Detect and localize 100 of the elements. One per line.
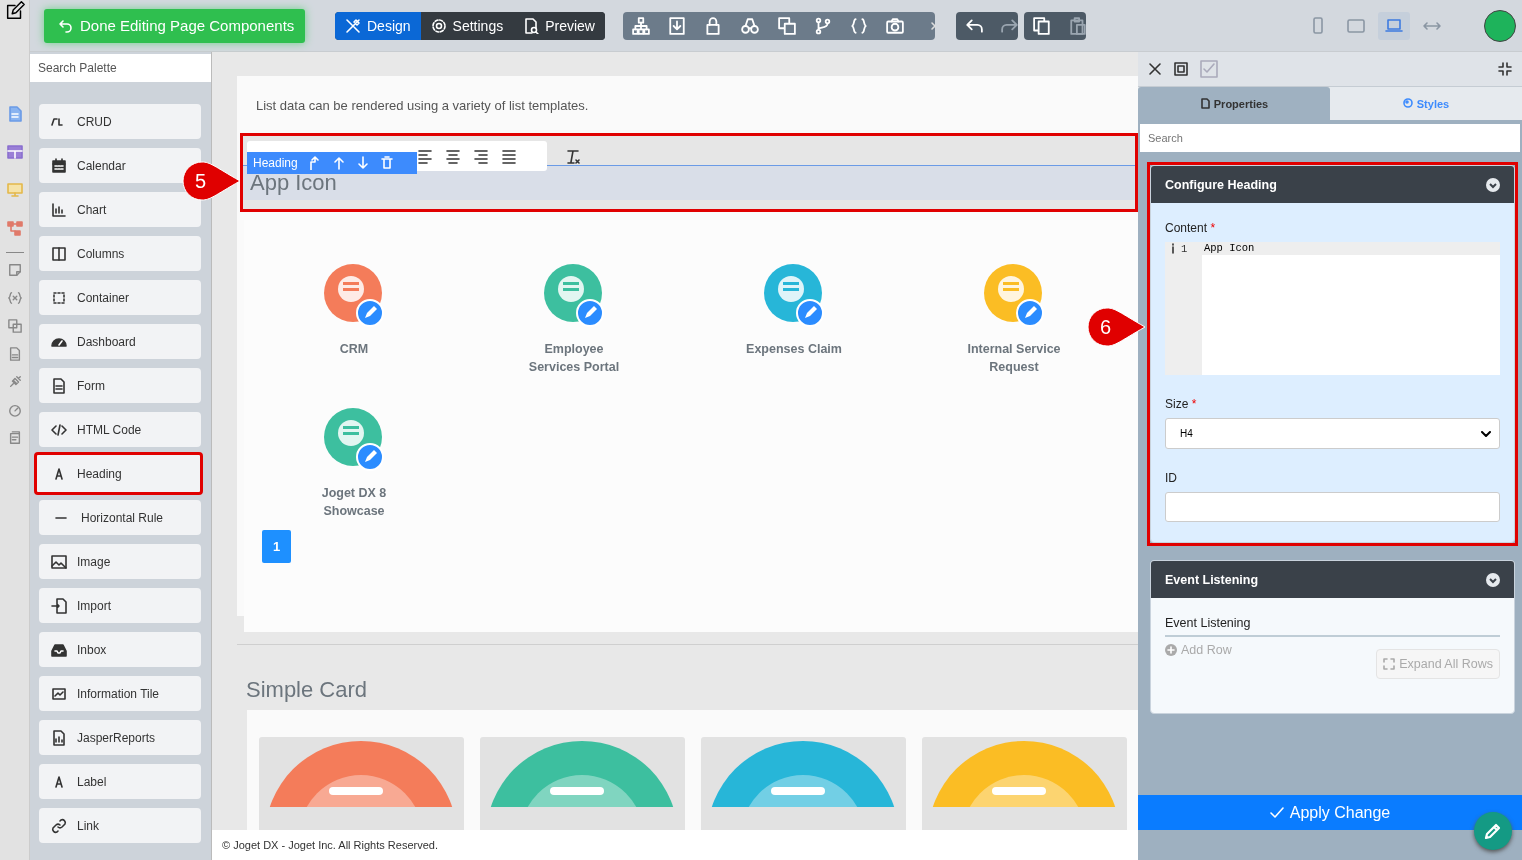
field-label: Content * — [1165, 221, 1217, 235]
clear-format-icon[interactable] — [565, 148, 581, 164]
palette-item[interactable]: Horizontal Rule — [39, 500, 201, 535]
camera-icon[interactable] — [886, 16, 904, 35]
palette-item[interactable]: CRUD — [39, 104, 201, 139]
chart-icon — [51, 201, 67, 218]
app-name[interactable]: Expenses Claim — [738, 340, 850, 358]
justify-icon[interactable] — [501, 148, 517, 164]
size-select[interactable]: H4 — [1165, 418, 1500, 449]
id-field[interactable] — [1165, 492, 1500, 522]
calendar-icon — [51, 157, 67, 174]
palette-item[interactable]: Columns — [39, 236, 201, 271]
avatar[interactable] — [1484, 9, 1516, 42]
align-center-icon[interactable] — [445, 148, 461, 164]
palette-item[interactable]: HTML Code — [39, 412, 201, 447]
search-field[interactable]: Search Palette — [30, 54, 211, 82]
report-icon[interactable] — [7, 431, 22, 445]
braces-icon[interactable] — [850, 16, 868, 35]
palette-item[interactable]: Import — [39, 588, 201, 623]
search-field[interactable]: Search — [1140, 124, 1520, 152]
laptop-view-button[interactable] — [1378, 11, 1410, 40]
app-name[interactable]: Internal Service Request — [958, 340, 1070, 376]
palette-item[interactable]: JasperReports — [39, 720, 201, 755]
app-icon[interactable] — [324, 264, 384, 328]
palette-item[interactable]: Dashboard — [39, 324, 201, 359]
file-icon[interactable] — [7, 347, 22, 361]
lock-icon[interactable] — [704, 16, 722, 35]
close-icon[interactable] — [1148, 62, 1162, 76]
check-icon — [1269, 806, 1284, 819]
mode-tab[interactable]: Design — [335, 11, 421, 40]
image-icon — [51, 553, 67, 570]
rule-icon — [53, 516, 69, 519]
arrow-up-icon[interactable] — [331, 156, 346, 170]
app-icon[interactable] — [984, 264, 1044, 328]
table-icon[interactable] — [6, 144, 23, 160]
binoculars-icon[interactable] — [740, 16, 760, 35]
section-title[interactable]: Event Listening — [1165, 572, 1259, 587]
palette-item[interactable]: Container — [39, 280, 201, 315]
document-icon[interactable] — [6, 106, 23, 122]
app-icon[interactable] — [324, 408, 384, 472]
undo-icon[interactable] — [965, 16, 983, 35]
align-left-icon[interactable] — [417, 148, 433, 164]
redo-icon[interactable] — [1001, 16, 1019, 35]
sitemap-icon[interactable] — [632, 16, 650, 35]
palette-item[interactable]: Label — [39, 764, 201, 799]
field-label: Event Listening — [1165, 616, 1500, 637]
palette-item[interactable]: Chart — [39, 192, 201, 227]
collapse-icon[interactable] — [1486, 177, 1500, 192]
translate-icon[interactable] — [7, 319, 22, 333]
branch-icon[interactable] — [814, 16, 832, 35]
delete-icon[interactable] — [379, 156, 394, 170]
plug-icon[interactable] — [7, 375, 22, 389]
section-title[interactable]: Configure Heading — [1165, 177, 1277, 192]
paste-icon[interactable] — [1069, 16, 1087, 35]
panel-icon[interactable] — [1174, 62, 1188, 76]
move-up-icon[interactable] — [307, 156, 322, 170]
note-icon[interactable] — [7, 263, 22, 277]
app-name[interactable]: CRM — [298, 340, 410, 358]
app-icon[interactable] — [544, 264, 604, 328]
translate-icon[interactable] — [778, 16, 796, 35]
design-icon — [345, 17, 361, 34]
apply-change-button[interactable]: Apply Change — [1138, 795, 1522, 830]
arrow-down-icon[interactable] — [355, 156, 370, 170]
align-right-icon[interactable] — [473, 148, 489, 164]
field-label: ID — [1165, 471, 1178, 485]
palette-item[interactable]: Information Tile — [39, 676, 201, 711]
expand-icon — [1383, 658, 1396, 670]
palette-item[interactable]: Image — [39, 544, 201, 579]
code-editor[interactable]: 1 App Icon — [1165, 242, 1500, 375]
container-icon — [51, 289, 67, 306]
palette-item[interactable]: Inbox — [39, 632, 201, 667]
laptop-icon — [1384, 16, 1404, 35]
panel-tab[interactable]: Properties — [1138, 87, 1330, 120]
back-arrow-icon — [58, 18, 72, 33]
compress-icon[interactable] — [1498, 62, 1512, 76]
app-icon[interactable] — [764, 264, 824, 328]
checkbox-icon[interactable] — [1200, 60, 1218, 78]
app-name[interactable]: Employee Services Portal — [518, 340, 630, 376]
palette-icon — [1402, 98, 1413, 109]
plus-circle-icon — [1165, 644, 1177, 656]
hierarchy-icon[interactable] — [6, 220, 23, 236]
form-icon — [51, 377, 67, 394]
gear-icon — [430, 17, 447, 34]
import-box-icon[interactable] — [668, 16, 686, 35]
variable-icon[interactable] — [7, 291, 22, 305]
preview-icon — [523, 17, 540, 34]
report-icon — [51, 729, 67, 746]
code-icon — [51, 421, 67, 438]
section-heading: Simple Card — [246, 677, 369, 704]
document-icon — [1199, 98, 1210, 109]
app-name[interactable]: Joget DX 8 Showcase — [298, 484, 410, 520]
copy-icon[interactable] — [1033, 16, 1051, 35]
palette-item[interactable]: Heading — [34, 452, 203, 495]
collapse-icon[interactable] — [1486, 572, 1500, 587]
import-icon — [51, 597, 67, 614]
gauge-icon[interactable] — [7, 403, 22, 417]
tablet-icon — [1346, 16, 1366, 35]
palette-item[interactable]: Form — [39, 368, 201, 403]
palette-item[interactable]: Link — [39, 808, 201, 843]
edit-button[interactable] — [1474, 812, 1512, 850]
